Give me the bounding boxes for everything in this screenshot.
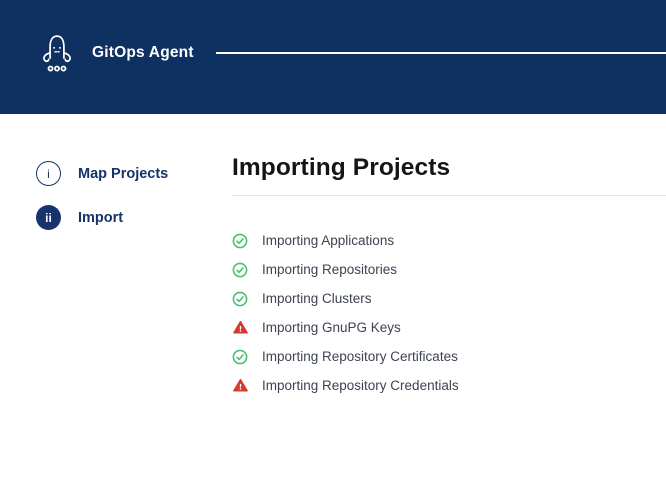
main-panel: Importing Projects Importing Application… (232, 114, 666, 400)
status-row: Importing Applications (232, 226, 666, 255)
status-label: Importing Clusters (262, 291, 372, 306)
status-label: Importing Repositories (262, 262, 397, 277)
status-row: Importing Clusters (232, 284, 666, 313)
status-row: Importing Repositories (232, 255, 666, 284)
status-row: Importing Repository Certificates (232, 342, 666, 371)
sidebar-item-import[interactable]: ii Import (36, 205, 232, 230)
sidebar-item-label: Map Projects (78, 166, 168, 182)
success-check-icon (232, 349, 248, 365)
wizard-sidebar: i Map Projects ii Import (0, 114, 232, 400)
error-warning-triangle-icon (232, 320, 248, 336)
status-label: Importing GnuPG Keys (262, 320, 401, 335)
import-status-list: Importing Applications Importing Reposit… (232, 226, 666, 400)
sidebar-item-map-projects[interactable]: i Map Projects (36, 161, 232, 186)
success-check-icon (232, 233, 248, 249)
title-divider (232, 195, 666, 196)
header-divider-line (216, 52, 666, 54)
page-title: Importing Projects (232, 154, 666, 182)
step-two-circle: ii (36, 205, 61, 230)
brand-name: GitOps Agent (92, 44, 194, 62)
page: GitOps Agent i Map Projects ii Import Im… (0, 0, 666, 483)
status-row: Importing GnuPG Keys (232, 313, 666, 342)
sidebar-item-label: Import (78, 210, 123, 226)
argo-octopus-icon (38, 31, 76, 75)
status-label: Importing Applications (262, 233, 394, 248)
status-label: Importing Repository Certificates (262, 349, 458, 364)
status-row: Importing Repository Credentials (232, 371, 666, 400)
step-one-circle: i (36, 161, 61, 186)
success-check-icon (232, 262, 248, 278)
brand-row: GitOps Agent (38, 31, 666, 75)
error-warning-triangle-icon (232, 378, 248, 394)
content-area: i Map Projects ii Import Importing Proje… (0, 114, 666, 400)
status-label: Importing Repository Credentials (262, 378, 459, 393)
success-check-icon (232, 291, 248, 307)
app-header: GitOps Agent (0, 0, 666, 114)
